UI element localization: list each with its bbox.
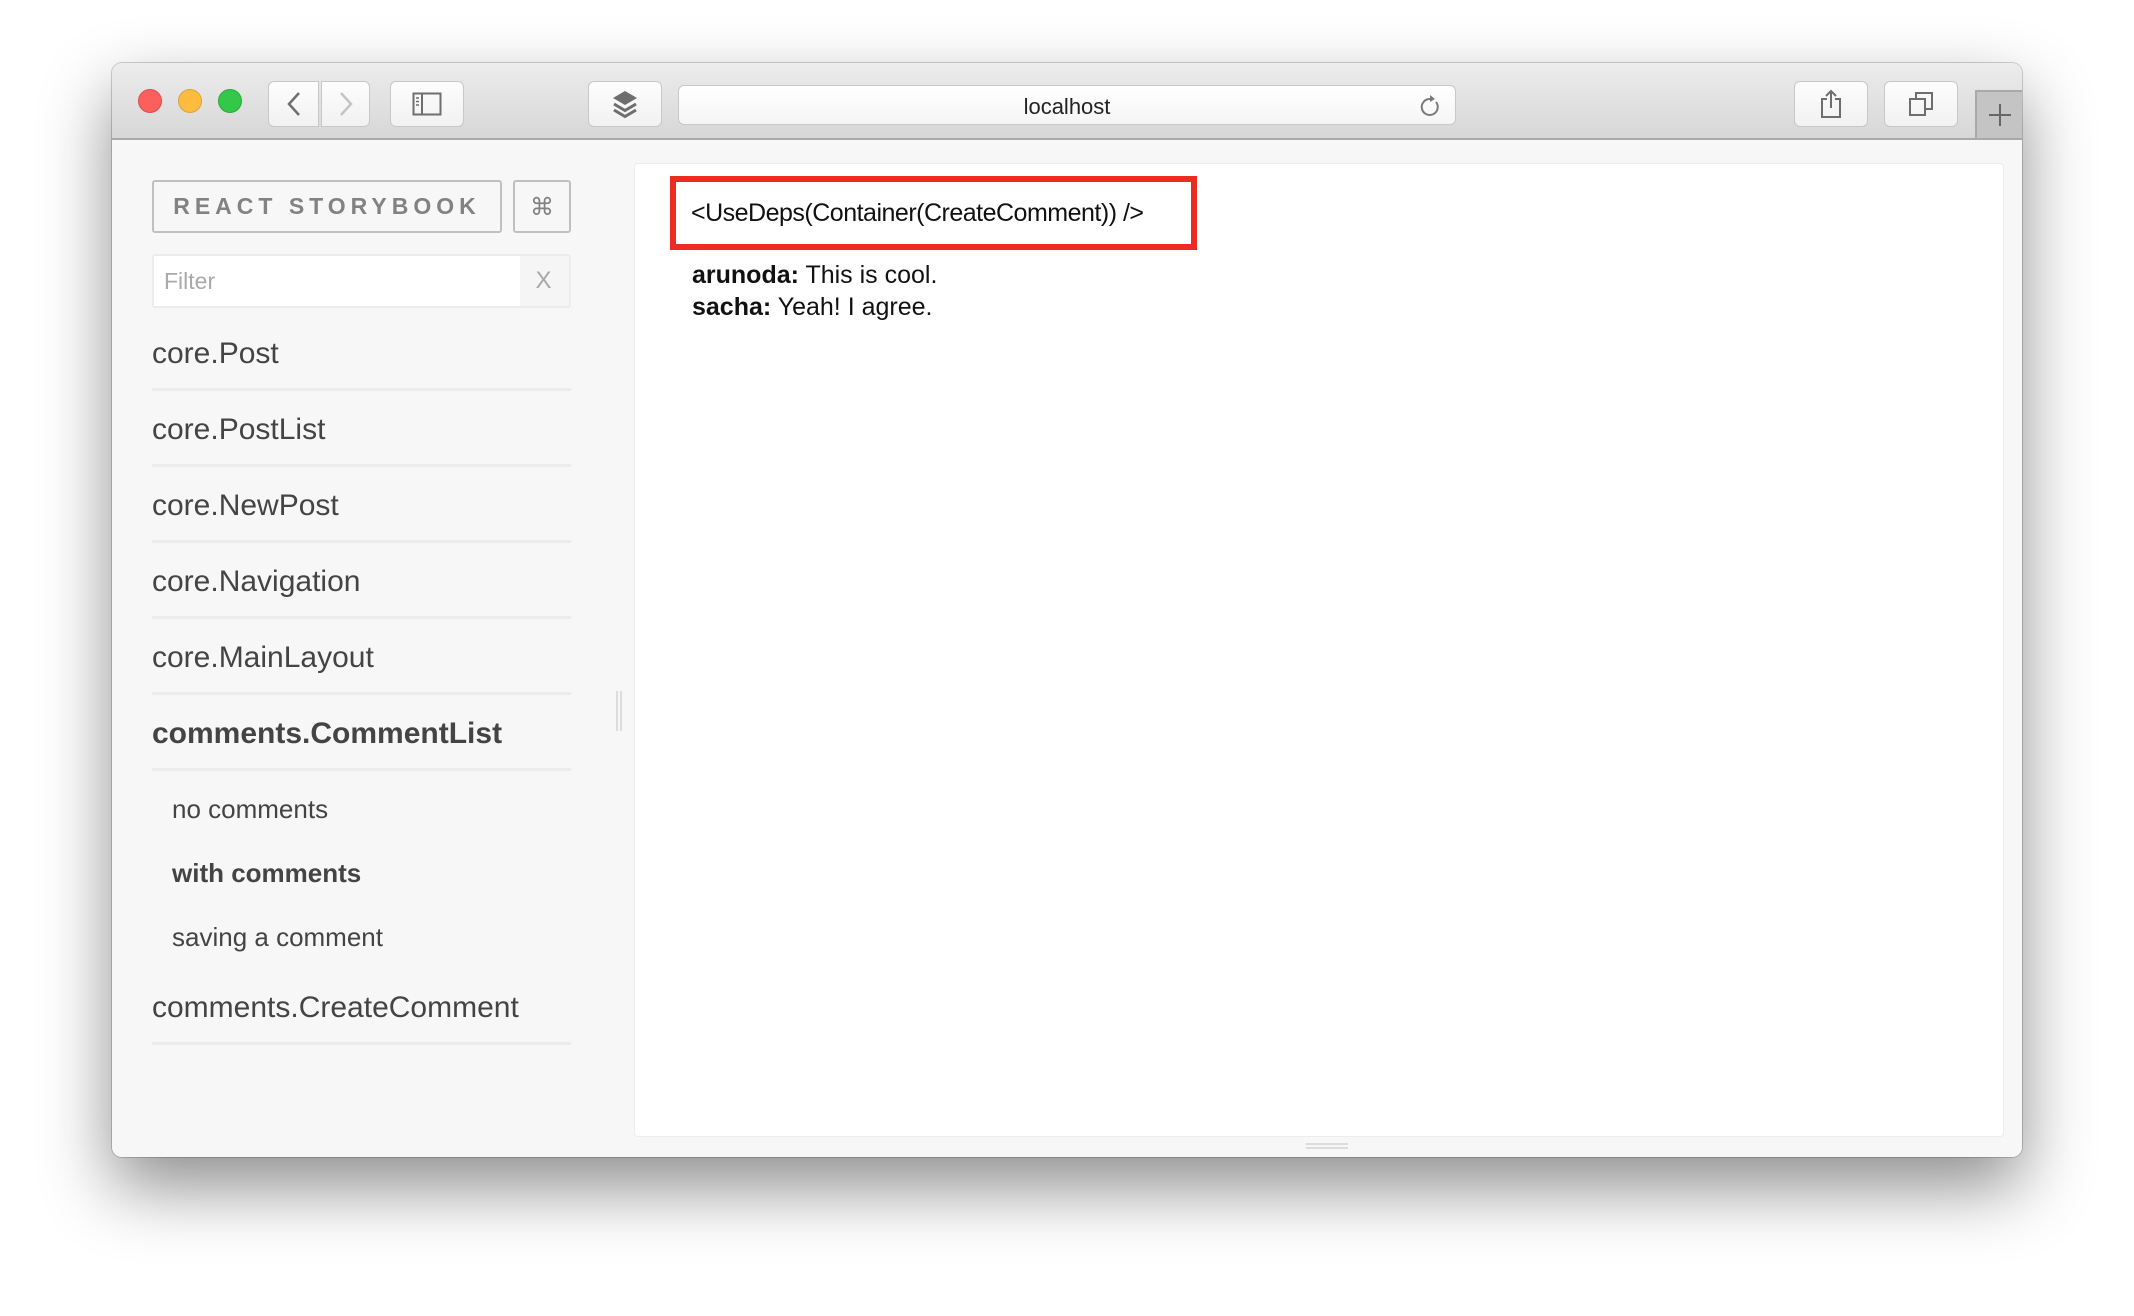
address-url: localhost <box>1023 94 1111 119</box>
plus-icon <box>1988 104 2011 126</box>
sidebar-icon <box>412 92 442 116</box>
kind-item-comments-commentlist[interactable]: comments.CommentList <box>152 695 571 771</box>
tabs-icon <box>1909 92 1933 116</box>
back-icon <box>286 92 300 116</box>
comment-author: arunoda: <box>692 261 799 289</box>
forward-icon <box>339 92 353 116</box>
share-icon <box>1821 89 1841 118</box>
zoom-window-button[interactable] <box>218 89 242 113</box>
story-item-with-comments[interactable]: with comments <box>152 841 571 905</box>
comment-item: sacha: Yeah! I agree. <box>692 291 937 323</box>
keyboard-shortcuts-button[interactable]: ⌘ <box>513 180 571 233</box>
address-bar[interactable]: localhost <box>678 85 1456 125</box>
storybook-header-button[interactable]: REACT STORYBOOK <box>152 180 502 233</box>
panel-resize-handle[interactable] <box>1306 1143 1348 1149</box>
sidebar-toggle-button[interactable] <box>390 81 464 127</box>
show-tabs-button[interactable] <box>1884 81 1958 127</box>
extensions-button[interactable] <box>588 81 662 127</box>
share-button[interactable] <box>1794 81 1868 127</box>
story-item-saving-a-comment[interactable]: saving a comment <box>152 905 571 969</box>
kind-item-core-postlist[interactable]: core.PostList <box>152 391 571 467</box>
storybook-app: REACT STORYBOOK ⌘ X core.Post core.PostL… <box>112 140 2022 1157</box>
story-kinds-list: core.Post core.PostList core.NewPost cor… <box>152 315 571 1045</box>
comment-text: This is cool. <box>798 261 938 289</box>
back-button[interactable] <box>268 81 319 127</box>
filter-box: X <box>152 254 571 308</box>
story-preview-panel: <UseDeps(Container(CreateComment)) /> ar… <box>634 163 2004 1137</box>
layers-icon <box>613 91 637 119</box>
kind-item-comments-createcomment[interactable]: comments.CreateComment <box>152 969 571 1045</box>
clear-filter-button[interactable]: X <box>518 256 569 306</box>
sidebar-resize-handle[interactable] <box>616 691 622 731</box>
minimize-window-button[interactable] <box>178 89 202 113</box>
comment-author: sacha: <box>692 293 772 321</box>
kind-item-core-mainlayout[interactable]: core.MainLayout <box>152 619 571 695</box>
create-comment-placeholder: <UseDeps(Container(CreateComment)) /> <box>670 176 1197 250</box>
command-icon: ⌘ <box>530 192 554 221</box>
comment-list: arunoda: This is cool. sacha: Yeah! I ag… <box>692 259 937 323</box>
new-tab-button[interactable] <box>1975 90 2022 138</box>
forward-button[interactable] <box>321 81 370 127</box>
browser-window: localhost REACT STORYBOOK ⌘ Filter X cor… <box>112 63 2022 1157</box>
comment-text: Yeah! I agree. <box>771 293 933 321</box>
kind-item-core-navigation[interactable]: core.Navigation <box>152 543 571 619</box>
comment-item: arunoda: This is cool. <box>692 259 937 291</box>
kind-item-core-newpost[interactable]: core.NewPost <box>152 467 571 543</box>
kind-item-core-post[interactable]: core.Post <box>152 315 571 391</box>
close-window-button[interactable] <box>138 89 162 113</box>
story-item-no-comments[interactable]: no comments <box>152 777 571 841</box>
browser-toolbar: localhost <box>112 63 2022 140</box>
filter-input[interactable] <box>154 256 520 306</box>
story-list: no comments with comments saving a comme… <box>152 771 571 969</box>
reload-icon[interactable] <box>1419 94 1441 118</box>
